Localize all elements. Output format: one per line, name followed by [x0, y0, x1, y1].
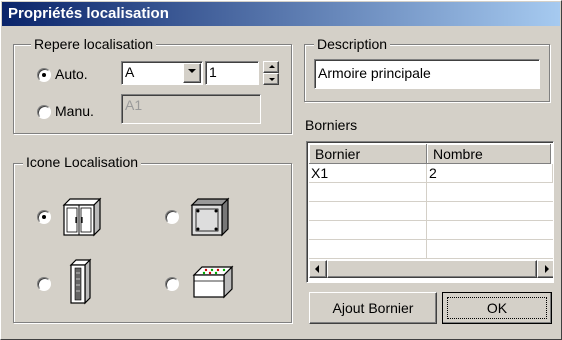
table-row-empty[interactable] — [309, 221, 553, 240]
borniers-grid[interactable]: Bornier Nombre X1 2 — [306, 141, 554, 283]
repere-number-value: 1 — [209, 64, 217, 80]
icon-radio-desk-console[interactable] — [165, 277, 179, 291]
focus-rect — [447, 297, 547, 319]
scroll-right-button[interactable] — [537, 260, 553, 278]
desk-console-icon — [192, 265, 234, 299]
double-cabinet-icon — [62, 197, 102, 237]
table-row-empty[interactable] — [309, 183, 553, 202]
table-row[interactable]: X1 2 — [309, 164, 553, 183]
description-legend: Description — [314, 36, 391, 52]
cell-nombre[interactable]: 2 — [427, 164, 553, 182]
icon-radio-box-enclosure[interactable] — [165, 210, 179, 224]
auto-radio[interactable] — [37, 68, 51, 82]
title-bar: Propriétés localisation — [2, 2, 560, 26]
cell-empty[interactable] — [309, 240, 427, 258]
repere-legend: Repere localisation — [31, 36, 157, 52]
manu-value: A1 — [125, 97, 143, 113]
icon-radio-double-cabinet[interactable] — [37, 210, 51, 224]
add-bornier-button[interactable]: Ajout Bornier — [309, 292, 437, 324]
column-cabinet-icon — [69, 258, 92, 305]
repere-number-input[interactable]: 1 — [205, 61, 259, 85]
add-bornier-label: Ajout Bornier — [332, 300, 414, 316]
manu-input[interactable]: A1 — [121, 94, 261, 124]
horizontal-scrollbar[interactable] — [309, 260, 553, 278]
manu-radio[interactable] — [37, 105, 51, 119]
properties-dialog: Propriétés localisation Repere localisat… — [0, 0, 562, 340]
auto-label: Auto. — [55, 66, 88, 82]
repere-combo-value: A — [125, 64, 135, 80]
spin-up-button[interactable] — [263, 61, 279, 73]
arrow-up-icon — [269, 65, 275, 68]
icone-legend: Icone Localisation — [23, 154, 142, 170]
table-row-empty[interactable] — [309, 240, 553, 259]
arrow-left-icon — [315, 265, 319, 273]
cell-empty[interactable] — [309, 183, 427, 201]
cell-bornier[interactable]: X1 — [309, 164, 427, 182]
icon-radio-column-cabinet[interactable] — [37, 277, 51, 291]
cell-empty[interactable] — [309, 221, 427, 239]
table-row-empty[interactable] — [309, 202, 553, 221]
box-enclosure-icon — [190, 197, 230, 237]
ok-button[interactable]: OK — [442, 292, 552, 324]
spin-down-button[interactable] — [263, 73, 279, 85]
arrow-right-icon — [545, 265, 549, 273]
combo-dropdown-button[interactable] — [183, 63, 201, 83]
manu-label: Manu. — [55, 103, 94, 119]
column-header-nombre[interactable]: Nombre — [427, 144, 551, 164]
scroll-thumb[interactable] — [327, 260, 537, 278]
scroll-left-button[interactable] — [309, 260, 327, 278]
description-value: Armoire principale — [318, 65, 431, 81]
window-title: Propriétés localisation — [8, 5, 169, 22]
cell-empty[interactable] — [309, 202, 427, 220]
chevron-down-icon — [188, 69, 196, 73]
icone-group — [13, 163, 292, 323]
description-input[interactable]: Armoire principale — [314, 59, 540, 89]
column-header-bornier[interactable]: Bornier — [309, 144, 427, 164]
arrow-down-icon — [269, 78, 275, 81]
borniers-label: Borniers — [305, 117, 358, 133]
